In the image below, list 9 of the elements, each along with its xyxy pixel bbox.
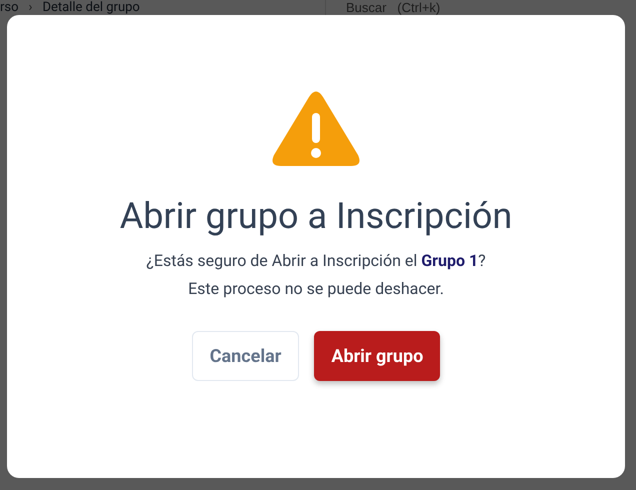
cancel-button[interactable]: Cancelar [192, 331, 300, 381]
dialog-message: ¿Estás seguro de Abrir a Inscripción el Grupo 1? [146, 250, 486, 272]
breadcrumb-separator: › [28, 0, 32, 15]
warning-icon [272, 91, 360, 167]
breadcrumb-item[interactable]: Detalle del grupo [42, 0, 140, 15]
breadcrumb-item[interactable]: rso [0, 0, 19, 15]
dialog-message: Este proceso no se puede deshacer. [187, 278, 445, 300]
confirm-button[interactable]: Abrir grupo [314, 331, 440, 381]
dialog-title: Abrir grupo a Inscripción [120, 195, 512, 237]
